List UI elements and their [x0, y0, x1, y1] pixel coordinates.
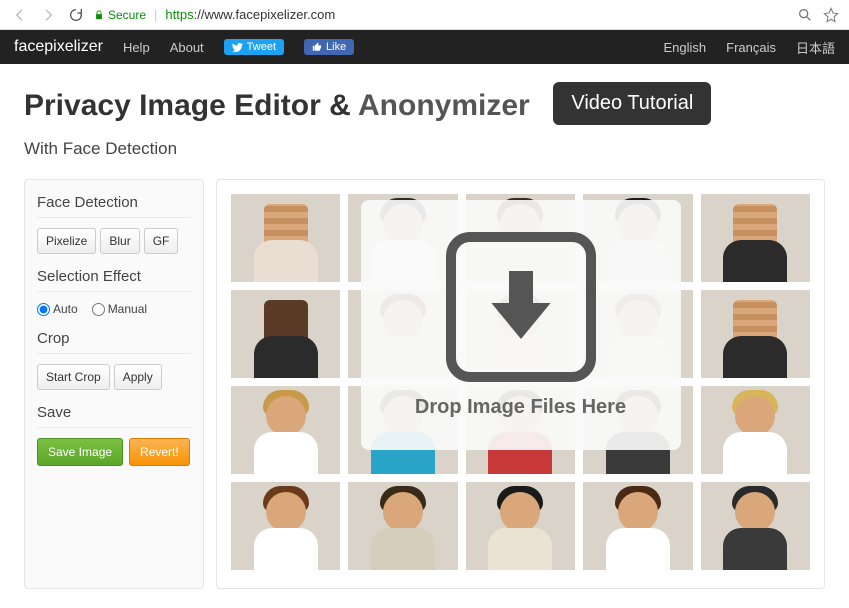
section-save: Save	[37, 404, 191, 428]
radio-auto-input[interactable]	[37, 303, 50, 316]
back-icon[interactable]	[10, 5, 30, 25]
blur-button[interactable]: Blur	[100, 228, 139, 254]
section-face-detection: Face Detection	[37, 194, 191, 218]
gf-button[interactable]: GF	[144, 228, 179, 254]
search-icon[interactable]	[797, 7, 813, 23]
nav-about[interactable]: About	[170, 40, 204, 55]
brand[interactable]: facepixelizer	[14, 38, 103, 56]
header-row: Privacy Image Editor & Anonymizer Video …	[24, 82, 825, 125]
secure-label: Secure	[108, 8, 146, 22]
portrait-tile	[231, 290, 340, 378]
nav-help[interactable]: Help	[123, 40, 150, 55]
canvas-area[interactable]: Drop Image Files Here	[216, 179, 825, 589]
save-image-button[interactable]: Save Image	[37, 438, 123, 466]
lang-english[interactable]: English	[663, 40, 706, 55]
portrait-tile	[701, 386, 810, 474]
navbar: facepixelizer Help About Tweet Like Engl…	[0, 30, 849, 64]
portrait-tile	[231, 482, 340, 570]
portrait-tile	[583, 482, 692, 570]
portrait-tile	[701, 482, 810, 570]
lang-japanese[interactable]: 日本語	[796, 38, 835, 57]
like-button[interactable]: Like	[304, 39, 354, 55]
download-icon	[446, 232, 596, 382]
url-rest: ://www.facepixelizer.com	[194, 7, 336, 22]
url-scheme: https	[165, 7, 193, 22]
tweet-button[interactable]: Tweet	[224, 39, 284, 55]
start-crop-button[interactable]: Start Crop	[37, 364, 110, 390]
forward-icon[interactable]	[38, 5, 58, 25]
radio-manual-input[interactable]	[92, 303, 105, 316]
star-icon[interactable]	[823, 7, 839, 23]
portrait-tile	[701, 290, 810, 378]
pixelize-button[interactable]: Pixelize	[37, 228, 96, 254]
radio-manual[interactable]: Manual	[92, 302, 147, 316]
lock-icon	[94, 9, 104, 21]
portrait-tile	[701, 194, 810, 282]
section-crop: Crop	[37, 330, 191, 354]
radio-auto[interactable]: Auto	[37, 302, 78, 316]
portrait-tile	[231, 194, 340, 282]
portrait-tile	[231, 386, 340, 474]
browser-toolbar: Secure | https://www.facepixelizer.com	[0, 0, 849, 30]
lang-francais[interactable]: Français	[726, 40, 776, 55]
revert-button[interactable]: Revert!	[129, 438, 190, 466]
portrait-tile	[348, 482, 457, 570]
section-selection-effect: Selection Effect	[37, 268, 191, 292]
address-bar[interactable]: https://www.facepixelizer.com	[165, 7, 789, 22]
apply-button[interactable]: Apply	[114, 364, 162, 390]
drop-text: Drop Image Files Here	[415, 396, 626, 419]
secure-indicator: Secure	[94, 8, 146, 22]
video-tutorial-button[interactable]: Video Tutorial	[553, 82, 711, 125]
drop-overlay[interactable]: Drop Image Files Here	[361, 200, 681, 450]
page-title: Privacy Image Editor & Anonymizer	[24, 89, 530, 122]
sidebar: Face Detection Pixelize Blur GF Selectio…	[24, 179, 204, 589]
subtitle: With Face Detection	[24, 139, 825, 159]
reload-icon[interactable]	[66, 5, 86, 25]
portrait-tile	[466, 482, 575, 570]
